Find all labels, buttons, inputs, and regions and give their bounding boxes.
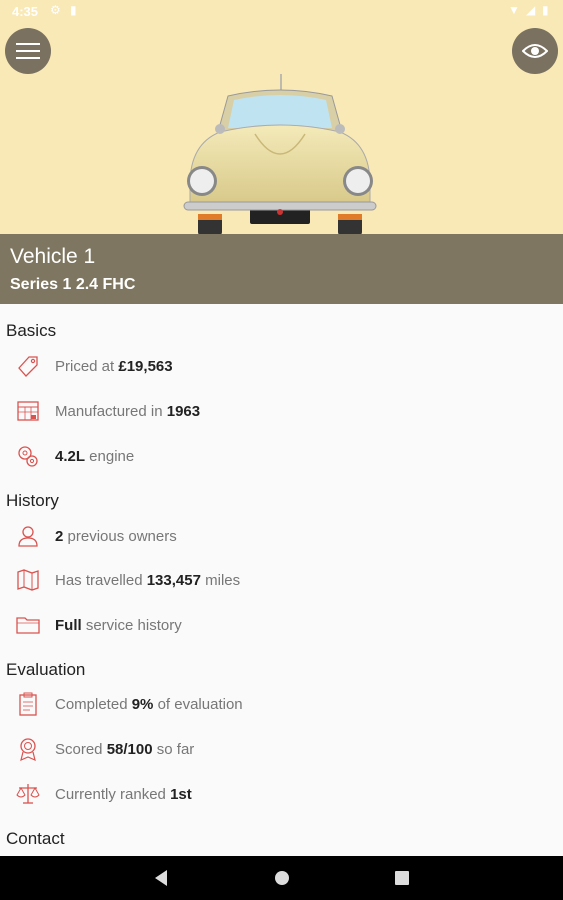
system-nav-bar [0,856,563,900]
detail-row-scored[interactable]: Scored 58/100 so far [0,729,563,769]
detail-text-engine: 4.2L engine [55,447,135,465]
calendar-icon [15,398,41,424]
signal-icon: ◢ [526,3,536,17]
vehicle-details: Basics Priced at £19,563 Manufactured in… [0,304,563,856]
recents-icon[interactable] [393,868,411,888]
eye-icon [522,44,548,58]
menu-icon [16,43,40,59]
detail-text-service: Full service history [55,616,182,634]
folder-icon [15,612,41,638]
status-bar: 4:35 ⚙ ▮ ▼ ◢ ▮ [0,0,563,24]
engine-icon [15,443,41,469]
battery-icon: ▮ [542,3,549,17]
detail-row-engine[interactable]: 4.2L engine [0,436,563,476]
vehicle-series: Series 1 2.4 FHC [10,276,136,293]
back-icon[interactable] [153,868,169,888]
section-title-history: History [6,491,59,510]
detail-text-travelled: Has travelled 133,457 miles [55,571,241,589]
section-title-evaluation: Evaluation [6,660,86,679]
detail-text-price: Priced at £19,563 [55,357,173,375]
detail-row-travelled[interactable]: Has travelled 133,457 miles [0,560,563,600]
award-icon [15,736,41,762]
detail-text-owners: 2 previous owners [55,527,177,545]
detail-text-manufactured: Manufactured in 1963 [55,402,201,420]
clipboard-icon [15,691,41,717]
detail-row-ranked[interactable]: Currently ranked 1st [0,774,563,814]
detail-row-service[interactable]: Full service history [0,605,563,645]
wifi-icon: ▼ [508,3,520,17]
menu-button[interactable] [5,28,51,74]
map-icon [15,567,41,593]
detail-text-scored: Scored 58/100 so far [55,740,195,758]
home-icon[interactable] [273,868,291,888]
view-button[interactable] [512,28,558,74]
price-tag-icon [15,353,41,379]
scales-icon [15,781,41,807]
sd-card-icon: ▮ [70,3,77,17]
vehicle-name: Vehicle 1 [10,245,96,268]
detail-row-price[interactable]: Priced at £19,563 [0,346,563,386]
car-illustration [183,74,377,234]
section-title-contact: Contact [6,829,65,848]
detail-text-completed: Completed 9% of evaluation [55,695,243,713]
detail-row-completed[interactable]: Completed 9% of evaluation [0,684,563,724]
hero-banner: 4:35 ⚙ ▮ ▼ ◢ ▮ [0,0,563,234]
status-time: 4:35 [12,4,39,19]
vehicle-title-bar: Vehicle 1 Series 1 2.4 FHC [0,234,563,304]
settings-icon: ⚙ [50,3,61,17]
person-icon [15,523,41,549]
detail-row-owners[interactable]: 2 previous owners [0,516,563,556]
detail-row-manufactured[interactable]: Manufactured in 1963 [0,391,563,431]
detail-text-ranked: Currently ranked 1st [55,785,192,803]
section-title-basics: Basics [6,321,57,340]
